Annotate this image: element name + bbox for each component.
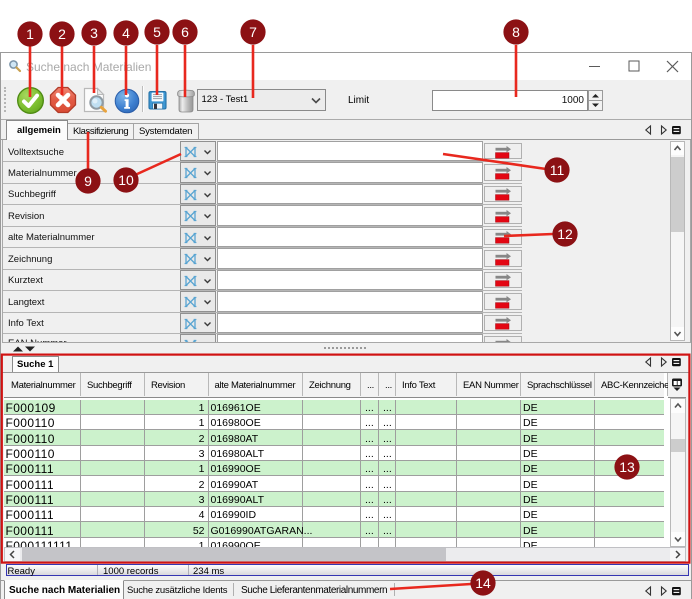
svg-text:2: 2 (58, 26, 66, 42)
svg-text:8: 8 (512, 24, 520, 40)
svg-text:12: 12 (557, 226, 573, 242)
svg-text:13: 13 (619, 459, 635, 475)
svg-text:7: 7 (249, 24, 257, 40)
svg-text:4: 4 (122, 25, 130, 41)
svg-text:6: 6 (181, 24, 189, 40)
svg-text:11: 11 (550, 162, 565, 178)
svg-text:14: 14 (475, 575, 491, 591)
svg-text:1: 1 (26, 26, 34, 42)
svg-text:10: 10 (118, 172, 134, 188)
svg-text:5: 5 (153, 24, 161, 40)
svg-text:9: 9 (84, 173, 92, 189)
svg-text:3: 3 (90, 25, 98, 41)
